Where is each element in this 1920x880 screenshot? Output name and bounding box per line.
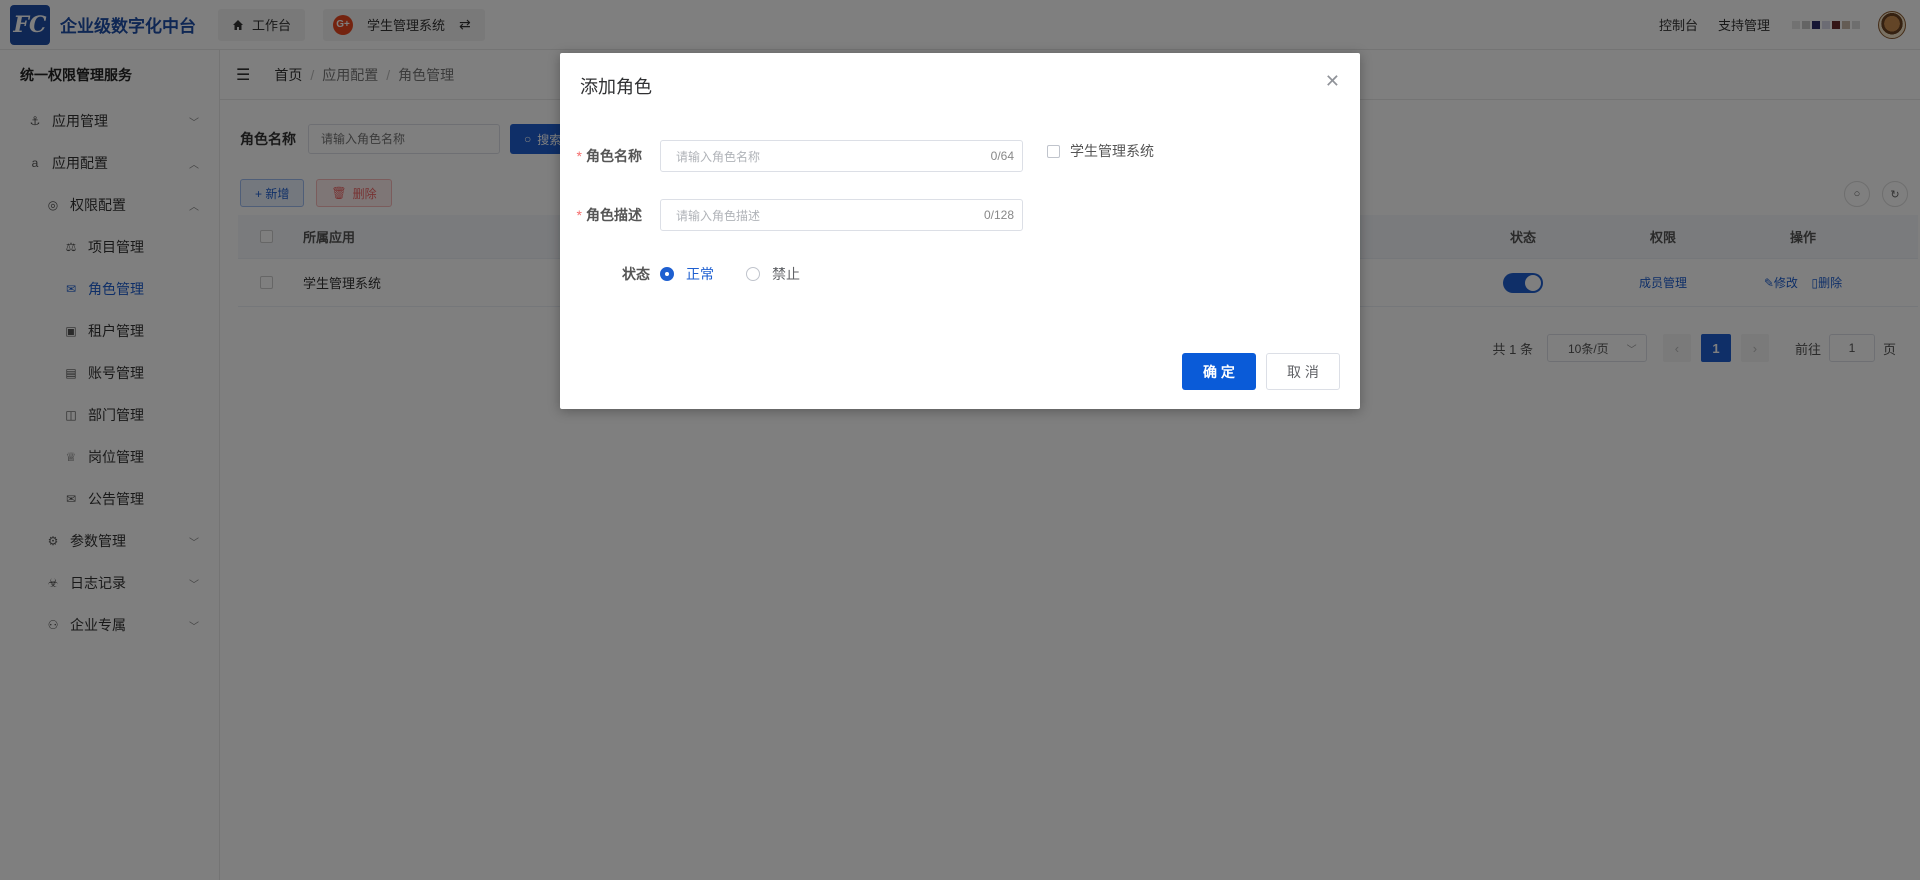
- role-desc-input[interactable]: 请输入角色描述 0/128: [660, 199, 1023, 231]
- status-radio-group: 正常 禁止: [660, 264, 830, 284]
- dialog-title: 添加角色: [580, 77, 652, 97]
- status-label: 状态: [622, 266, 650, 282]
- role-name-label: * 角色名称: [576, 148, 642, 164]
- confirm-button[interactable]: 确 定: [1182, 353, 1256, 390]
- role-desc-count: 0/128: [983, 208, 1014, 222]
- role-name-count: 0/64: [990, 149, 1014, 163]
- role-desc-placeholder: 请输入角色描述: [676, 208, 761, 223]
- status-normal-radio[interactable]: 正常: [660, 264, 714, 284]
- cancel-button[interactable]: 取 消: [1266, 353, 1340, 390]
- role-desc-label: * 角色描述: [576, 207, 642, 223]
- system-checkbox[interactable]: 学生管理系统: [1047, 141, 1154, 161]
- checkbox-box: [1047, 144, 1060, 158]
- role-name-input[interactable]: 请输入角色名称 0/64: [660, 140, 1023, 172]
- role-name-placeholder: 请输入角色名称: [676, 149, 761, 164]
- system-checkbox-label: 学生管理系统: [1070, 143, 1154, 159]
- status-disabled-radio[interactable]: 禁止: [746, 264, 800, 284]
- add-role-dialog: 添加角色 ✕ * 角色名称 请输入角色名称 0/64 学生管理系统 * 角色描述 请…: [560, 53, 1360, 409]
- close-icon[interactable]: ✕: [1325, 71, 1340, 92]
